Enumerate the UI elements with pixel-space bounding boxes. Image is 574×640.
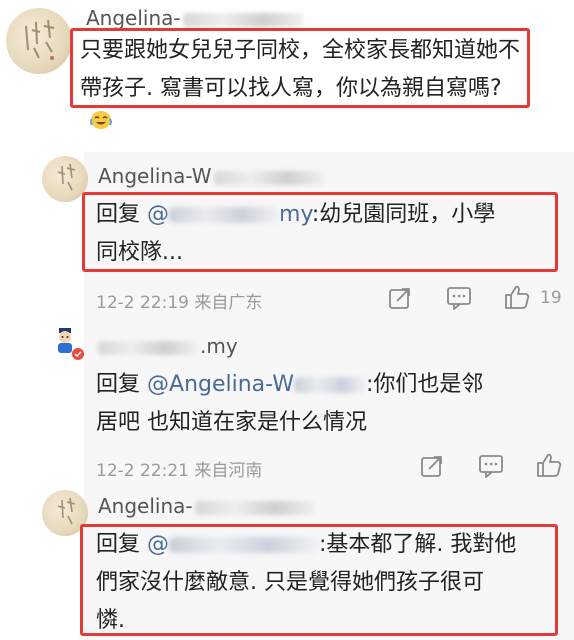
reply-author[interactable]: Angelina- bbox=[98, 494, 315, 518]
comment-icon[interactable] bbox=[446, 286, 472, 310]
reply-author[interactable]: .my bbox=[98, 334, 238, 358]
avatar[interactable] bbox=[6, 8, 72, 74]
redacted-author-suffix bbox=[213, 170, 324, 185]
comment-text: 只要跟她女兒兒子同校，全校家長都知道她不 帶孩子. 寫書可以找人寫，你以為親自寫… bbox=[80, 38, 521, 101]
share-icon[interactable] bbox=[420, 454, 444, 478]
reply-timestamp: 12-2 22:19 来自广东 bbox=[96, 293, 263, 313]
verified-badge-icon bbox=[72, 348, 84, 360]
mention-link[interactable]: @ bbox=[147, 532, 320, 557]
redacted-mention bbox=[293, 377, 366, 393]
reply-timestamp: 12-2 22:21 来自河南 bbox=[96, 461, 263, 481]
thumbs-up-icon[interactable] bbox=[504, 284, 530, 310]
redacted-author-suffix bbox=[194, 500, 315, 515]
laughing-crying-emoji-icon bbox=[90, 110, 112, 130]
avatar-calligraphy bbox=[25, 19, 55, 60]
mention-link[interactable]: @ my bbox=[147, 202, 312, 227]
reply-author[interactable]: Angelina-W bbox=[98, 164, 324, 188]
thumbs-up-icon[interactable] bbox=[536, 452, 562, 478]
reply-text: 回复 @Angelina-W:你们也是邻 居吧 也知道在家是什么情况 bbox=[96, 372, 484, 435]
reply-text: 回复 @ my:幼兒園同班，小學 同校隊... bbox=[96, 202, 496, 265]
redacted-mention bbox=[169, 537, 320, 553]
redacted-author-suffix bbox=[182, 12, 303, 27]
like-count: 19 bbox=[540, 288, 562, 308]
mention-link[interactable]: @Angelina-W bbox=[147, 372, 366, 397]
comment-author[interactable]: Angelina- bbox=[86, 6, 303, 30]
reply-text: 回复 @:基本都了解. 我對他 們家沒什麼敵意. 只是覺得她們孩子很可 憐. bbox=[96, 532, 517, 633]
redacted-author-prefix bbox=[98, 340, 198, 355]
comment-icon[interactable] bbox=[478, 454, 504, 478]
share-icon[interactable] bbox=[388, 286, 412, 310]
redacted-mention bbox=[169, 207, 280, 223]
